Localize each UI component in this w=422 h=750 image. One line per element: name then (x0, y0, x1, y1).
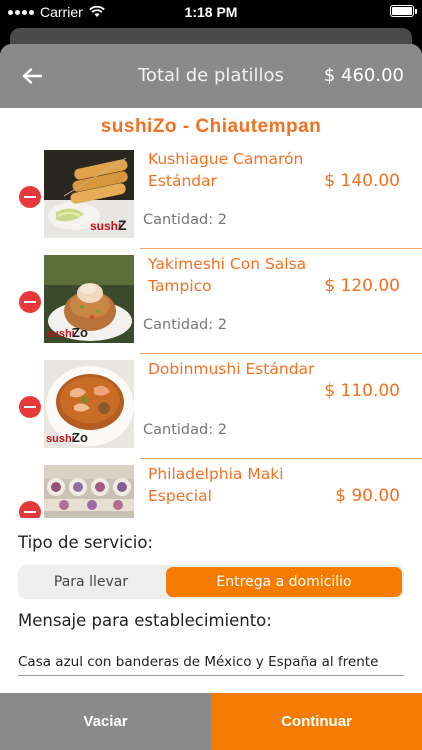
option-para-llevar[interactable]: Para llevar (18, 565, 164, 599)
item-photo (44, 465, 134, 518)
summary-header: Total de platillos $ 460.00 (0, 44, 422, 108)
service-type-selector: Para llevar Entrega a domicilio (18, 565, 404, 599)
item-photo: sushi Zo (44, 360, 134, 448)
item-quantity: Cantidad: 2 (143, 212, 227, 228)
item-photo: sushi Zo (44, 255, 134, 343)
store-name: sushiZo - Chiautempan (100, 116, 322, 137)
order-items-list[interactable]: sushi Z Kushiague Camarón Estándar $ 140… (0, 144, 422, 518)
arrow-left-icon (22, 68, 42, 84)
remove-item-button[interactable] (19, 501, 41, 518)
order-total: $ 460.00 (323, 65, 404, 86)
item-name: Kushiague Camarón Estándar (148, 150, 304, 190)
continue-button[interactable]: Continuar (211, 693, 422, 750)
item-photo: sushi Z (44, 150, 134, 238)
svg-text:Zo: Zo (72, 430, 88, 445)
item-price: $ 140.00 (324, 171, 400, 191)
remove-item-button[interactable] (19, 291, 41, 313)
message-input[interactable] (18, 648, 404, 676)
item-name: Yakimeshi Con Salsa Tampico (148, 255, 307, 295)
header-title: Total de platillos (138, 65, 284, 86)
item-name: Dobinmushi Estándar (148, 360, 315, 378)
status-bar: Carrier 1:18 PM (0, 0, 422, 24)
order-item: sushi Zo Yakimeshi Con Salsa Tampico $ 1… (0, 249, 422, 354)
order-item: sushi Z Kushiague Camarón Estándar $ 140… (0, 144, 422, 249)
svg-text:sushi: sushi (46, 328, 75, 340)
clock: 1:18 PM (184, 4, 238, 20)
service-type-label: Tipo de servicio: (18, 533, 154, 552)
message-label: Mensaje para establecimiento: (18, 611, 272, 630)
order-item: sushi Zo Dobinmushi Estándar $ 110.00 Ca… (0, 354, 422, 459)
order-summary-sheet: Total de platillos $ 460.00 sushiZo - Ch… (0, 44, 422, 750)
footer-actions: Vaciar Continuar (0, 693, 422, 750)
svg-text:Zo: Zo (72, 325, 88, 340)
svg-text:Z: Z (118, 217, 127, 233)
item-price: $ 120.00 (324, 276, 400, 296)
order-item: Philadelphia Maki Especial $ 90.00 (0, 459, 422, 518)
item-name: Philadelphia Maki Especial (148, 465, 284, 505)
clear-button[interactable]: Vaciar (0, 693, 211, 750)
item-quantity: Cantidad: 2 (143, 317, 227, 333)
item-price: $ 90.00 (335, 486, 400, 506)
svg-text:sushi: sushi (46, 433, 75, 445)
remove-item-button[interactable] (19, 396, 41, 418)
battery-icon (390, 5, 417, 17)
remove-item-button[interactable] (19, 186, 41, 208)
sushizo-watermark: sushi (90, 219, 121, 233)
back-button[interactable] (18, 64, 46, 88)
option-entrega-a-domicilio[interactable]: Entrega a domicilio (166, 567, 402, 597)
item-quantity: Cantidad: 2 (143, 422, 227, 438)
item-price: $ 110.00 (324, 381, 400, 401)
